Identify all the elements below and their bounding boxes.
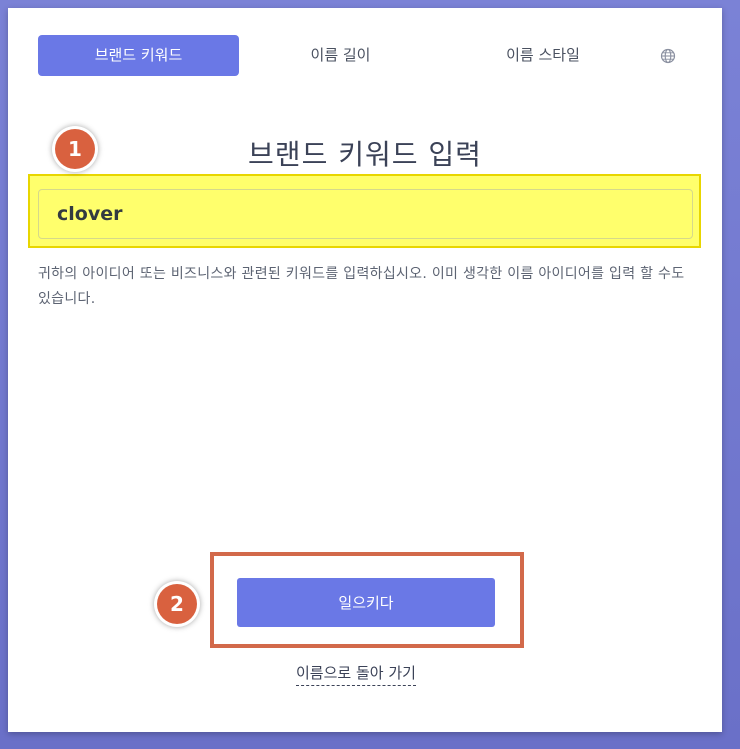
tab-name-style[interactable]: 이름 스타일 [443, 35, 643, 76]
brand-keyword-input[interactable] [38, 189, 693, 239]
help-text: 귀하의 아이디어 또는 비즈니스와 관련된 키워드를 입력하십시오. 이미 생각… [38, 266, 685, 307]
globe-icon[interactable] [660, 48, 676, 64]
back-to-names-link[interactable]: 이름으로 돌아 가기 [296, 662, 416, 686]
generate-button[interactable]: 일으키다 [237, 578, 495, 627]
main-card: 브랜드 키워드 이름 길이 이름 스타일 브랜드 키워드 입력 귀하의 아이디어… [8, 8, 722, 732]
tab-brand-keyword[interactable]: 브랜드 키워드 [38, 35, 239, 76]
tab-name-length[interactable]: 이름 길이 [238, 35, 443, 76]
page-title: 브랜드 키워드 입력 [248, 138, 482, 171]
step-1-badge: 1 [55, 129, 95, 169]
step-2-badge: 2 [157, 584, 197, 624]
tab-bar: 브랜드 키워드 이름 길이 이름 스타일 [38, 35, 698, 77]
